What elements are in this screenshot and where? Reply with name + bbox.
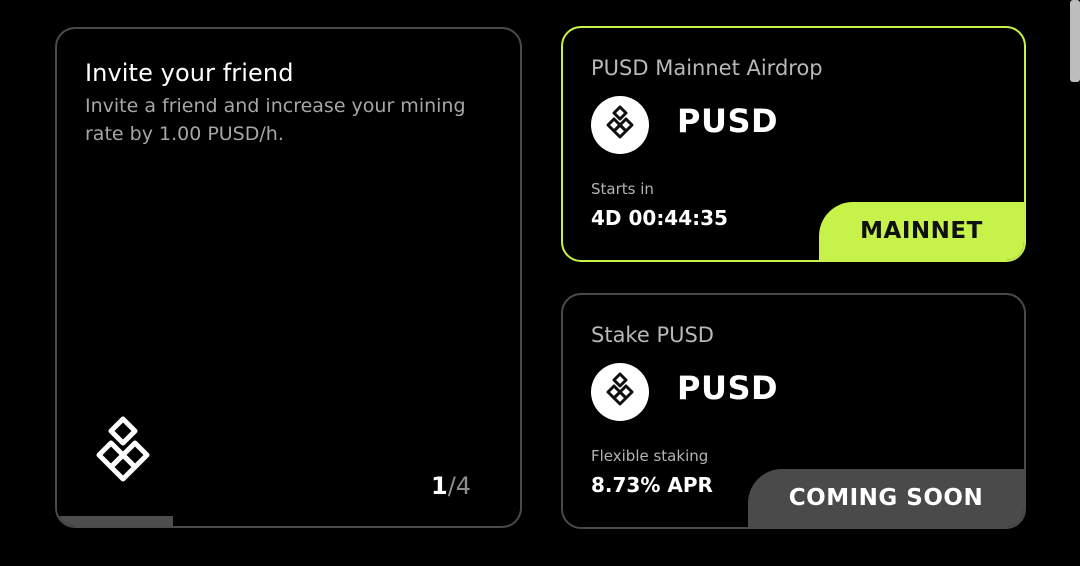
mainnet-badge: MAINNET <box>819 202 1024 260</box>
scrollbar-thumb[interactable] <box>1070 0 1080 82</box>
pusd-token-icon <box>591 96 649 154</box>
stake-title: Stake PUSD <box>591 323 714 347</box>
pager-separator: / <box>447 472 456 500</box>
airdrop-countdown: 4D 00:44:35 <box>591 206 728 230</box>
invite-description: Invite a friend and increase your mining… <box>85 95 466 145</box>
page: Invite your friend Invite a friend and i… <box>0 0 1080 566</box>
airdrop-token-name: PUSD <box>677 102 779 140</box>
invite-card[interactable]: Invite your friend Invite a friend and i… <box>55 27 522 528</box>
pusd-diamond-logo-icon <box>96 416 150 482</box>
stake-card[interactable]: Stake PUSD PUSD Flexible staking 8.73% A… <box>561 293 1026 529</box>
invite-title: Invite your friend <box>85 59 294 87</box>
pager-current: 1 <box>431 472 448 500</box>
coming-soon-badge: COMING SOON <box>748 469 1024 527</box>
carousel-pager: 1/4 <box>431 472 471 500</box>
airdrop-title: PUSD Mainnet Airdrop <box>591 56 823 80</box>
pusd-diamond-icon <box>606 105 634 139</box>
pager-total: 4 <box>455 472 472 500</box>
stake-apr-value: 8.73% APR <box>591 473 713 497</box>
airdrop-card[interactable]: PUSD Mainnet Airdrop PUSD Starts in 4D 0… <box>561 26 1026 262</box>
stake-token-name: PUSD <box>677 369 779 407</box>
carousel-progress-fill <box>57 516 173 526</box>
pusd-diamond-icon <box>606 372 634 406</box>
carousel-progress <box>57 516 520 526</box>
airdrop-starts-label: Starts in <box>591 180 654 198</box>
pusd-token-icon <box>591 363 649 421</box>
stake-type-label: Flexible staking <box>591 447 709 465</box>
